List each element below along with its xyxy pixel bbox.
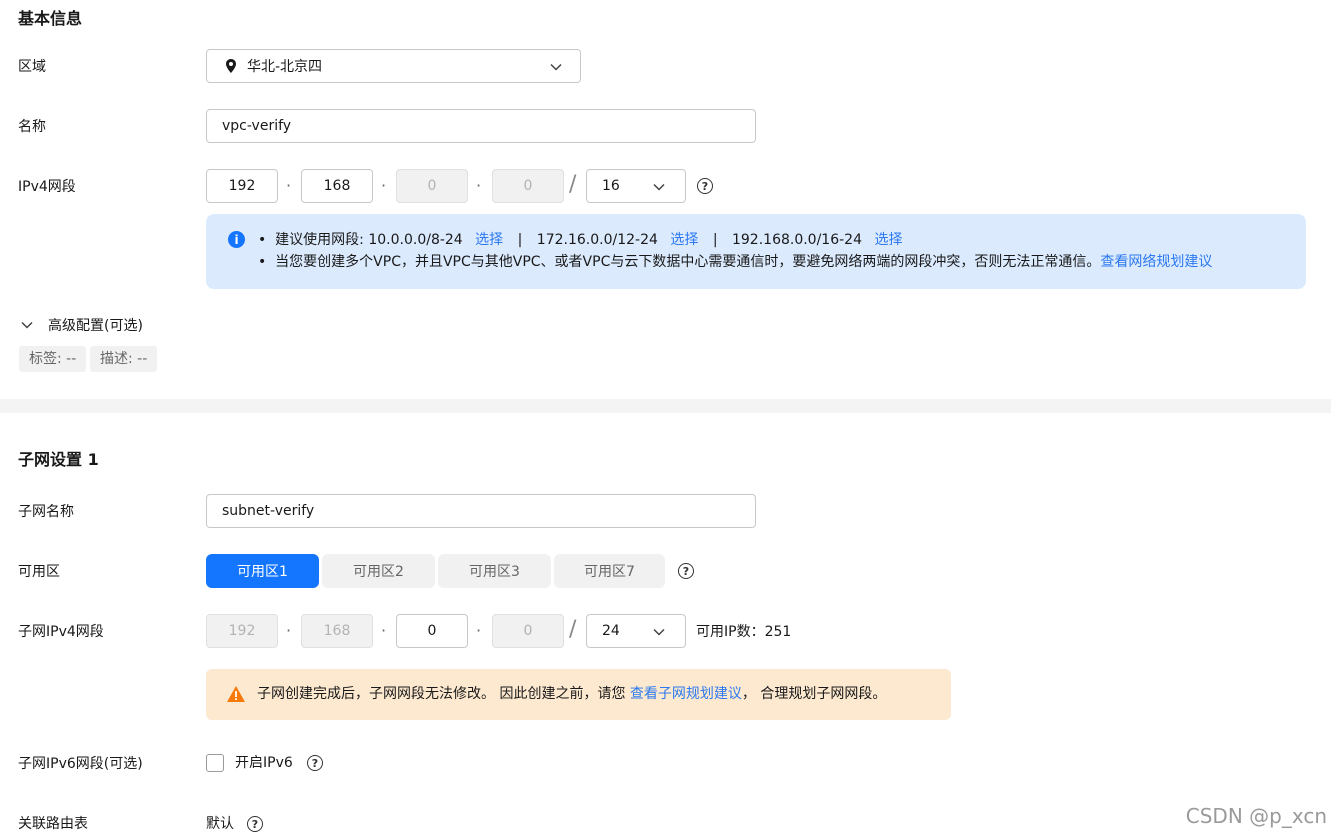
network-planning-link[interactable]: 查看网络规划建议 bbox=[1100, 254, 1212, 270]
separator: | bbox=[712, 232, 718, 248]
ip-octet-3-input: 0 bbox=[396, 169, 468, 203]
subnet-ip-octet-1-input: 192 bbox=[206, 614, 278, 648]
ip-octet-1-value: 192 bbox=[228, 178, 256, 194]
subnet-name-input[interactable]: subnet-verify bbox=[206, 494, 756, 528]
subnet-ip-octet-4-input: 0 bbox=[492, 614, 564, 648]
ip-octet-1-input[interactable]: 192 bbox=[206, 169, 278, 203]
az-option-2[interactable]: 可用区2 bbox=[322, 554, 435, 588]
subnet-name-label: 子网名称 bbox=[18, 504, 74, 520]
subnet-section-title: 子网设置 1 bbox=[18, 450, 99, 469]
subnet-ipv6-label: 子网IPv6网段(可选) bbox=[18, 756, 143, 772]
subnet-ip-octet-4-value: 0 bbox=[523, 623, 533, 639]
subnet-ip-octet-1-value: 192 bbox=[228, 623, 256, 639]
tag-summary: 标签: -- bbox=[19, 346, 87, 372]
az-option-3[interactable]: 可用区3 bbox=[438, 554, 551, 588]
enable-ipv6-checkbox[interactable] bbox=[206, 754, 224, 772]
info-line-2: • 当您要创建多个VPC，并且VPC与其他VPC、或者VPC与云下数据中心需要通… bbox=[258, 254, 1213, 270]
info-icon: i bbox=[228, 231, 245, 248]
subnet-planning-link[interactable]: 查看子网规划建议 bbox=[630, 686, 742, 702]
mask-select[interactable]: 16 bbox=[586, 169, 686, 203]
ip-octet-2-value: 168 bbox=[323, 178, 351, 194]
route-table-label: 关联路由表 bbox=[18, 816, 88, 832]
subnet-ip-octet-3-input[interactable]: 0 bbox=[396, 614, 468, 648]
location-pin-icon bbox=[226, 59, 236, 73]
az-option-1[interactable]: 可用区1 bbox=[206, 554, 319, 588]
info-line-1: • 建议使用网段: 10.0.0.0/8-24 选择 | 172.16.0.0/… bbox=[258, 232, 903, 248]
subnet-warning-text: 子网创建完成后，子网网段无法修改。 因此创建之前，请您 查看子网规划建议， 合理… bbox=[257, 684, 886, 704]
section-divider bbox=[0, 399, 1331, 413]
suggested-range-2: 172.16.0.0/12-24 bbox=[536, 232, 658, 248]
select-range-3-link[interactable]: 选择 bbox=[874, 232, 902, 248]
ip-octet-2-input[interactable]: 168 bbox=[301, 169, 373, 203]
help-icon[interactable]: ? bbox=[697, 178, 713, 194]
advanced-config-toggle[interactable]: 高级配置(可选) bbox=[20, 315, 143, 335]
mask-value: 16 bbox=[602, 178, 620, 194]
az-option-7[interactable]: 可用区7 bbox=[554, 554, 665, 588]
warning-text-part-1: 子网创建完成后，子网网段无法修改。 因此创建之前，请您 bbox=[257, 686, 626, 702]
warning-text-part-2: ， 合理规划子网网段。 bbox=[741, 686, 887, 702]
mask-slash: / bbox=[569, 172, 577, 197]
ip-dot-separator: · bbox=[381, 176, 387, 195]
ip-dot-separator: · bbox=[476, 621, 482, 640]
subnet-ip-octet-2-value: 168 bbox=[323, 623, 351, 639]
vpc-cidr-info-box: i • 建议使用网段: 10.0.0.0/8-24 选择 | 172.16.0.… bbox=[206, 214, 1306, 289]
suggested-range-1: 建议使用网段: 10.0.0.0/8-24 bbox=[275, 232, 463, 248]
description-summary: 描述: -- bbox=[90, 346, 158, 372]
chevron-down-icon bbox=[653, 628, 665, 636]
subnet-warning-box: 子网创建完成后，子网网段无法修改。 因此创建之前，请您 查看子网规划建议， 合理… bbox=[206, 669, 951, 720]
select-range-2-link[interactable]: 选择 bbox=[670, 232, 698, 248]
advanced-config-label: 高级配置(可选) bbox=[48, 318, 143, 334]
ip-octet-4-input: 0 bbox=[492, 169, 564, 203]
vpc-name-value: vpc-verify bbox=[222, 118, 292, 134]
separator: | bbox=[517, 232, 523, 248]
az-label: 可用区 bbox=[18, 564, 60, 580]
subnet-mask-select[interactable]: 24 bbox=[586, 614, 686, 648]
help-icon[interactable]: ? bbox=[678, 563, 694, 579]
mask-slash: / bbox=[569, 617, 577, 642]
name-label: 名称 bbox=[18, 119, 46, 135]
ip-dot-separator: · bbox=[286, 621, 292, 640]
csdn-watermark: CSDN @p_xcn bbox=[1185, 804, 1327, 828]
enable-ipv6-label[interactable]: 开启IPv6 bbox=[235, 753, 293, 773]
suggested-range-3: 192.168.0.0/16-24 bbox=[731, 232, 862, 248]
subnet-ipv4-label: 子网IPv4网段 bbox=[18, 624, 104, 640]
ip-octet-4-value: 0 bbox=[523, 178, 533, 194]
subnet-ip-octet-2-input: 168 bbox=[301, 614, 373, 648]
available-ip-count: 可用IP数：251 bbox=[696, 624, 792, 640]
warning-icon bbox=[227, 686, 245, 702]
ip-dot-separator: · bbox=[286, 176, 292, 195]
basic-section-title: 基本信息 bbox=[18, 9, 83, 28]
region-value: 华北-北京四 bbox=[247, 59, 323, 75]
subnet-ip-octet-3-value: 0 bbox=[427, 623, 437, 639]
route-table-value: 默认 bbox=[206, 816, 234, 832]
help-icon[interactable]: ? bbox=[307, 755, 323, 771]
help-icon[interactable]: ? bbox=[247, 816, 263, 832]
ip-dot-separator: · bbox=[476, 176, 482, 195]
ip-octet-3-value: 0 bbox=[427, 178, 437, 194]
chevron-down-icon bbox=[550, 63, 562, 71]
subnet-mask-value: 24 bbox=[602, 623, 620, 639]
chevron-down-icon bbox=[21, 321, 33, 329]
conflict-warning-text: 当您要创建多个VPC，并且VPC与其他VPC、或者VPC与云下数据中心需要通信时… bbox=[275, 254, 1101, 270]
subnet-name-value: subnet-verify bbox=[222, 503, 315, 519]
select-range-1-link[interactable]: 选择 bbox=[475, 232, 503, 248]
region-select[interactable]: 华北-北京四 bbox=[206, 49, 581, 83]
vpc-name-input[interactable]: vpc-verify bbox=[206, 109, 756, 143]
chevron-down-icon bbox=[653, 183, 665, 191]
ipv4-label: IPv4网段 bbox=[18, 179, 76, 195]
region-label: 区域 bbox=[18, 59, 46, 75]
ip-dot-separator: · bbox=[381, 621, 387, 640]
